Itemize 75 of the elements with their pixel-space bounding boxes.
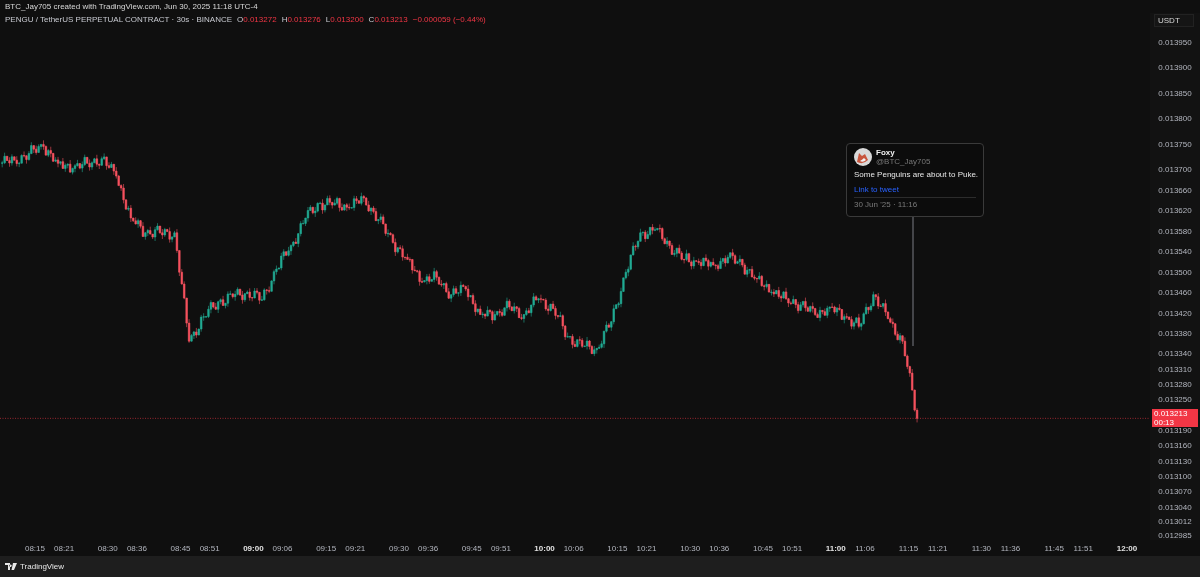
time-tick: 09:21 (345, 544, 366, 553)
price-tick: 0.013580 (1158, 226, 1192, 236)
brand-name: TradingView (20, 562, 65, 571)
time-tick: 10:45 (752, 544, 773, 553)
price-tick: 0.013500 (1158, 267, 1192, 277)
ohlc-value: C0.013213 (368, 15, 408, 24)
price-tick: 0.013380 (1158, 329, 1192, 338)
tweet-author: Foxy (876, 148, 896, 157)
tweet-handle: @BTC_Jay705 (876, 157, 931, 166)
time-tick: 10:15 (607, 544, 628, 553)
time-tick: 08:51 (199, 544, 220, 553)
time-tick: 08:45 (170, 544, 191, 553)
price-tick: 0.012985 (1158, 530, 1192, 540)
price-tick: 0.013900 (1158, 63, 1192, 73)
time-tick: 09:51 (490, 544, 511, 553)
price-tick: 0.013700 (1158, 165, 1192, 175)
price-tick: 0.013460 (1158, 288, 1192, 298)
time-tick: 11:15 (898, 544, 919, 553)
chart-credit: BTC_Jay705 created with TradingView.com, Jun 30, 2025 11:18 UTC-4 (5, 2, 258, 11)
time-tick: 10:51 (782, 544, 803, 553)
tweet-text: Some Penguins are about to Puke. (854, 170, 976, 179)
time-tick: 11:06 (855, 544, 875, 553)
currency-label[interactable]: USDT (1154, 14, 1194, 27)
tweet-date: 30 Jun '25 · 11:16 (854, 197, 976, 209)
time-tick: 10:00 (534, 544, 555, 553)
time-tick: 08:36 (126, 544, 147, 553)
ohlc-value: H0.013276 (281, 15, 321, 24)
price-tick: 0.013100 (1158, 472, 1192, 482)
time-tick: 08:21 (54, 544, 75, 553)
price-tick: 0.013800 (1158, 114, 1192, 124)
time-tick: 08:15 (24, 544, 45, 553)
last-price: 0.013213 (1154, 409, 1189, 419)
price-tick: 0.013620 (1158, 206, 1192, 216)
price-tick: 0.013750 (1158, 139, 1192, 149)
price-tick: 0.013340 (1158, 349, 1192, 359)
time-tick: 10:36 (709, 544, 730, 553)
tweet-link[interactable]: Link to tweet (854, 185, 899, 194)
ohlc-value: L0.013200 (325, 15, 364, 24)
time-tick: 12:00 (1116, 544, 1138, 553)
bar-countdown: 00:13 (1154, 418, 1176, 428)
symbol-title: PENGU / TetherUS PERPETUAL CONTRACT · 30s · BINANCE (5, 15, 232, 24)
time-tick: 10:21 (636, 544, 657, 553)
time-tick: 10:30 (680, 544, 701, 553)
time-tick: 08:30 (97, 544, 118, 553)
price-tick: 0.013070 (1158, 487, 1192, 497)
avatar-icon (854, 148, 872, 166)
price-tick: 0.013850 (1158, 88, 1192, 98)
time-tick: 09:06 (272, 544, 293, 553)
time-tick: 09:45 (461, 544, 482, 553)
price-tick: 0.013160 (1158, 441, 1192, 451)
price-change: −0.000059 (−0.44%) (412, 15, 486, 24)
price-tick: 0.013950 (1158, 37, 1192, 47)
time-tick: 10:06 (563, 544, 584, 553)
time-tick: 11:21 (927, 544, 948, 553)
time-tick: 11:51 (1073, 544, 1093, 553)
time-tick: 11:00 (825, 544, 846, 553)
time-tick: 09:15 (316, 544, 337, 553)
time-tick: 11:45 (1044, 544, 1064, 553)
ohlc-value: O0.013272 (237, 15, 277, 24)
price-tick: 0.013280 (1158, 380, 1192, 390)
price-tick: 0.013250 (1158, 395, 1192, 405)
time-tick: 11:36 (1000, 544, 1021, 553)
logo-icon (5, 563, 17, 570)
time-tick: 09:36 (418, 544, 439, 553)
price-tick: 0.013130 (1158, 456, 1192, 466)
price-tick: 0.013310 (1158, 364, 1192, 374)
price-tick: 0.013660 (1158, 185, 1192, 195)
price-tick: 0.013420 (1158, 308, 1192, 318)
time-tick: 09:30 (388, 544, 409, 553)
price-tick: 0.013540 (1158, 247, 1192, 257)
price-tick: 0.013040 (1158, 502, 1192, 512)
price-tick: 0.013190 (1158, 426, 1192, 436)
price-tick: 0.013012 (1158, 517, 1192, 527)
time-tick: 11:30 (971, 544, 992, 553)
time-tick: 09:00 (243, 544, 264, 553)
